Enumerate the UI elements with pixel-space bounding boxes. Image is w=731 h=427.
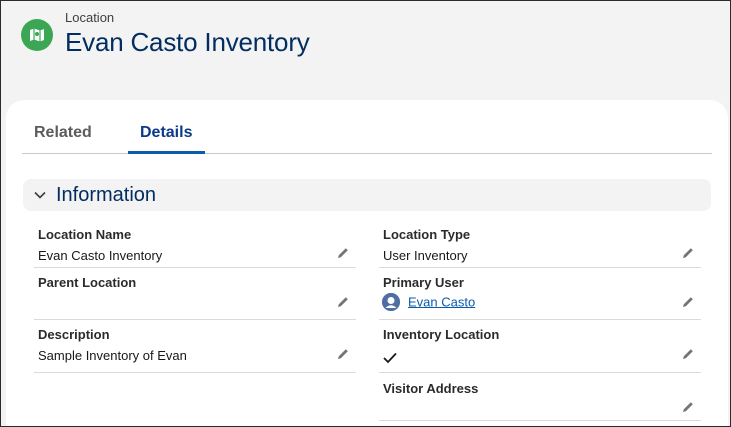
field-parent-location: Parent Location xyxy=(34,275,356,320)
pencil-icon[interactable] xyxy=(681,295,695,309)
pencil-icon[interactable] xyxy=(336,347,350,361)
checkmark-icon xyxy=(383,352,397,364)
active-tab-indicator xyxy=(128,151,205,154)
location-icon xyxy=(21,19,53,51)
chevron-down-icon xyxy=(34,191,46,199)
field-label: Description xyxy=(38,327,110,342)
pencil-icon[interactable] xyxy=(681,400,695,414)
section-header-information[interactable]: Information xyxy=(23,179,711,211)
field-value: User Inventory xyxy=(383,248,468,263)
field-label: Location Name xyxy=(38,227,132,242)
pencil-icon[interactable] xyxy=(681,347,695,361)
field-inventory-location: Inventory Location xyxy=(379,327,701,373)
user-avatar xyxy=(382,293,400,311)
field-value: Sample Inventory of Evan xyxy=(38,348,187,363)
field-visitor-address: Visitor Address xyxy=(379,381,701,421)
field-label: Primary User xyxy=(383,275,464,290)
record-header: Location Evan Casto Inventory xyxy=(0,0,731,100)
section-title: Information xyxy=(56,184,157,206)
field-label: Visitor Address xyxy=(383,381,479,396)
field-label: Location Type xyxy=(383,227,471,242)
field-label: Inventory Location xyxy=(383,327,500,342)
pencil-icon[interactable] xyxy=(336,246,350,260)
tab-related[interactable]: Related xyxy=(34,124,92,142)
primary-user-link[interactable]: Evan Casto xyxy=(408,294,475,309)
tab-details[interactable]: Details xyxy=(140,124,192,142)
record-title: Evan Casto Inventory xyxy=(65,27,310,57)
field-label: Parent Location xyxy=(38,275,137,290)
map-icon xyxy=(30,28,44,42)
tab-bar: Related Details xyxy=(22,112,712,154)
field-location-type: Location Type User Inventory xyxy=(379,227,701,268)
field-value: Evan Casto Inventory xyxy=(38,248,163,263)
details-card: Related Details Information Location Nam… xyxy=(6,100,728,427)
user-icon xyxy=(382,293,400,311)
field-primary-user: Primary User Evan Casto xyxy=(379,275,701,320)
field-location-name: Location Name Evan Casto Inventory xyxy=(34,227,356,268)
field-description: Description Sample Inventory of Evan xyxy=(34,327,356,373)
pencil-icon[interactable] xyxy=(336,295,350,309)
pencil-icon[interactable] xyxy=(681,246,695,260)
field-value: Evan Casto xyxy=(382,293,475,312)
object-type-label: Location xyxy=(65,10,115,25)
